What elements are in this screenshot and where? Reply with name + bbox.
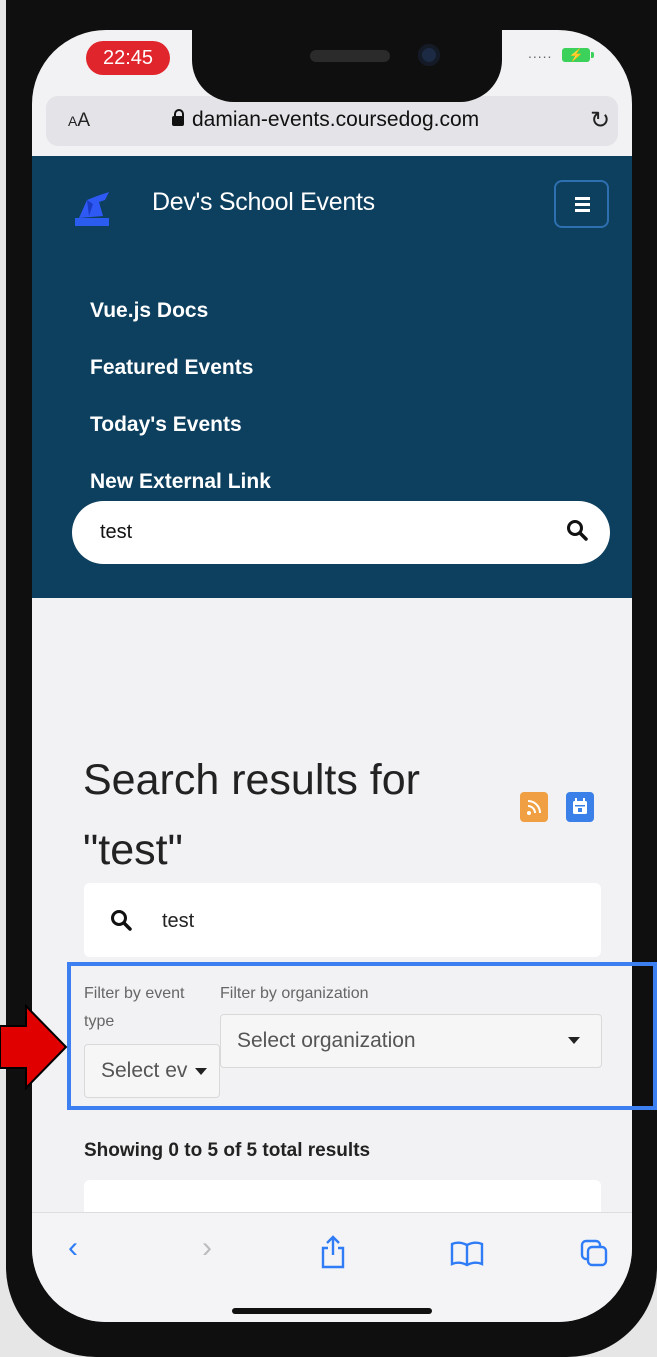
tabs-icon[interactable]: [580, 1239, 608, 1267]
logo-icon: [75, 192, 109, 226]
nav-link-vue-docs[interactable]: Vue.js Docs: [90, 299, 208, 323]
menu-button[interactable]: [554, 180, 609, 228]
url-text[interactable]: damian-events.coursedog.com: [192, 108, 479, 132]
site-header: Dev's School Events Vue.js Docs Featured…: [32, 156, 632, 598]
header-search-input[interactable]: test: [72, 501, 610, 564]
address-bar[interactable]: AA damian-events.coursedog.com ↻: [46, 96, 618, 146]
header-search-value: test: [100, 521, 133, 543]
page-title: Search results for "test": [83, 745, 463, 885]
search-icon[interactable]: [566, 519, 588, 541]
reload-icon[interactable]: ↻: [590, 106, 610, 135]
page-title-line2: "test": [83, 826, 183, 874]
speaker: [310, 50, 390, 62]
filter-highlight-box: [67, 962, 657, 1110]
text-size-button[interactable]: AA: [68, 110, 90, 132]
results-search-input[interactable]: test: [84, 883, 601, 957]
site-title[interactable]: Dev's School Events: [152, 188, 375, 217]
calendar-icon: [573, 798, 587, 814]
nav-link-todays-events[interactable]: Today's Events: [90, 413, 242, 437]
notch: [192, 30, 502, 102]
share-icon[interactable]: [320, 1235, 346, 1269]
nav-link-external[interactable]: New External Link: [90, 470, 271, 494]
rss-feed-button[interactable]: [520, 792, 548, 822]
browser-toolbar: ‹ ›: [32, 1212, 632, 1322]
nav-link-featured-events[interactable]: Featured Events: [90, 356, 253, 380]
status-time: 22:45: [86, 41, 170, 75]
search-icon: [111, 910, 132, 931]
pointer-arrow-icon: [0, 1004, 68, 1090]
calendar-button[interactable]: [566, 792, 594, 822]
home-indicator: [232, 1308, 432, 1314]
lock-icon: [172, 109, 184, 126]
rss-icon: [527, 800, 541, 815]
phone-screen: 22:45 ..... ⚡ AA damian-events.coursedog…: [32, 30, 632, 1322]
results-search-value: test: [162, 910, 195, 932]
bookmarks-icon[interactable]: [450, 1241, 484, 1267]
camera-icon: [418, 44, 440, 66]
results-summary: Showing 0 to 5 of 5 total results: [84, 1140, 371, 1161]
back-icon[interactable]: ‹: [68, 1231, 78, 1265]
page-title-line1: Search results for: [83, 756, 420, 804]
battery-icon: ⚡: [562, 48, 594, 62]
forward-icon[interactable]: ›: [202, 1231, 212, 1265]
signal-icon: .....: [528, 45, 553, 61]
